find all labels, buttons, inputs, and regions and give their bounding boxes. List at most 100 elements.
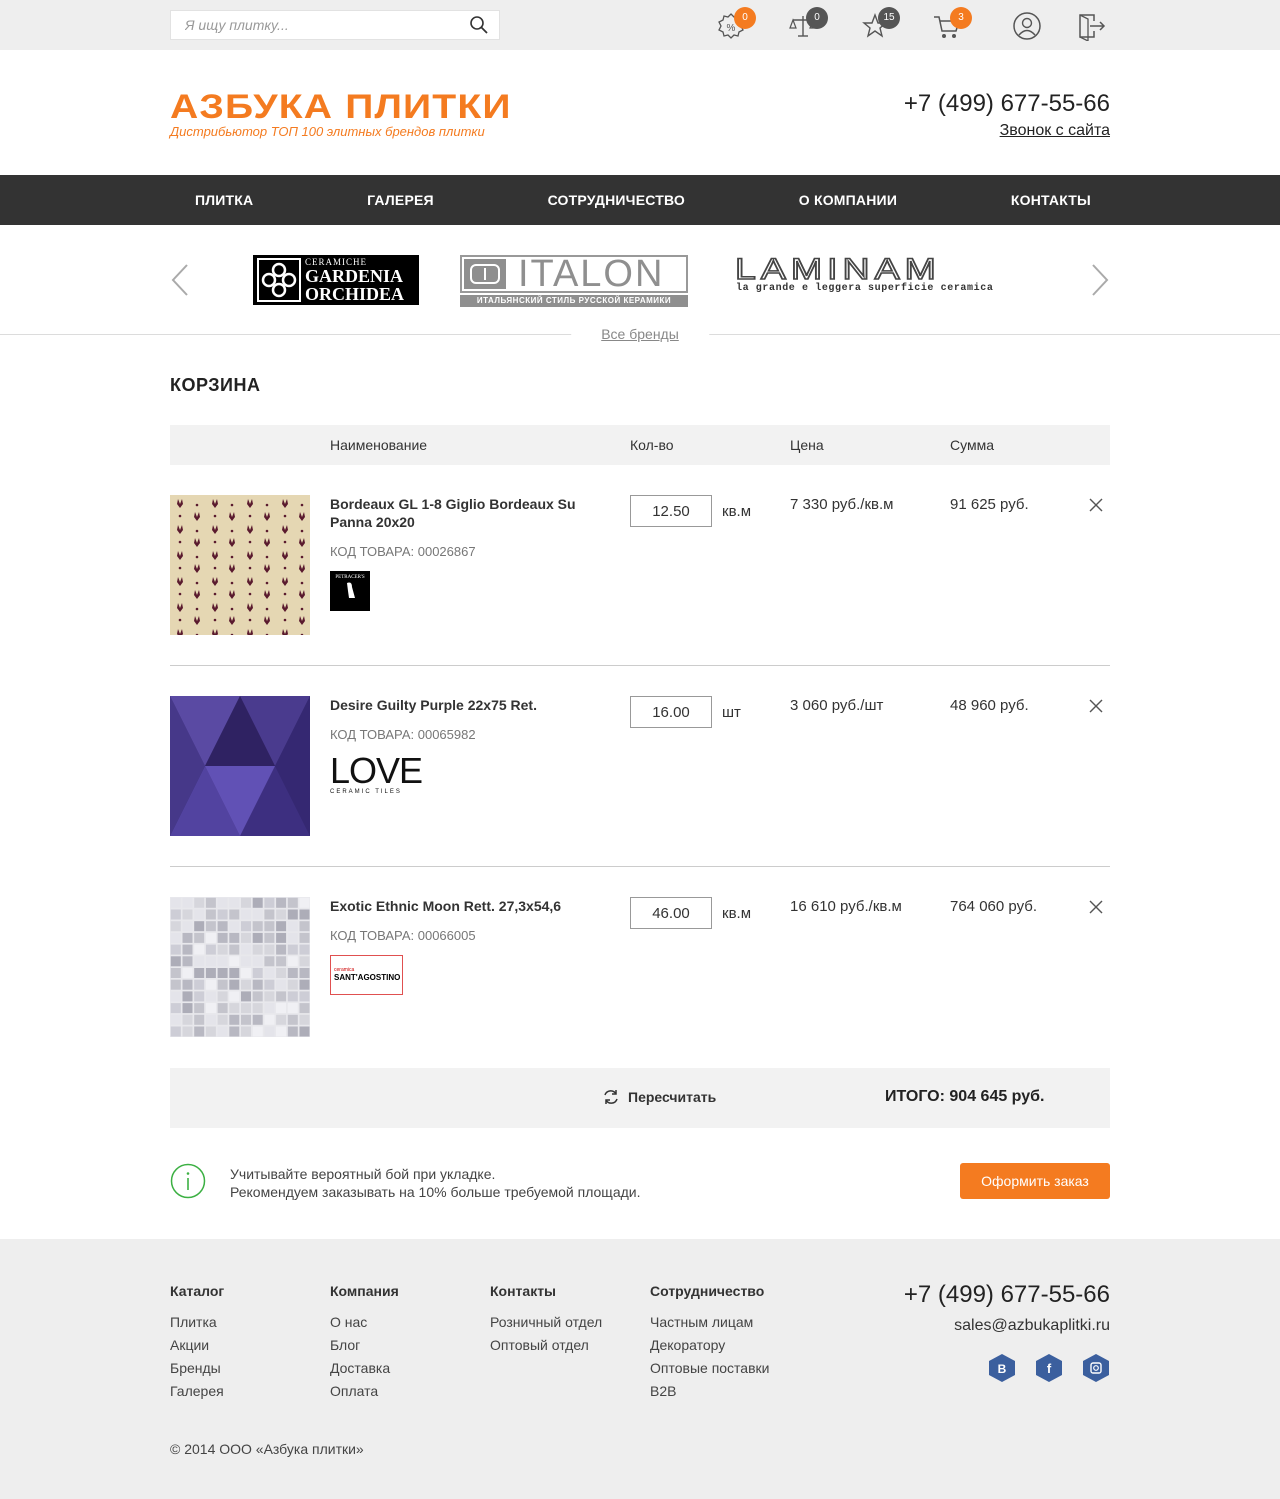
quantity-input[interactable] [630, 495, 712, 527]
mosaic-tile [194, 979, 205, 990]
gardenia-line2: ORCHIDEA [305, 284, 405, 304]
site-logo[interactable]: АЗБУКА ПЛИТКИ [170, 88, 512, 127]
footer-link[interactable]: Блог [330, 1336, 399, 1354]
product-image[interactable] [170, 897, 310, 1037]
mosaic-tile [252, 921, 263, 932]
footer-link[interactable]: Оптовые поставки [650, 1359, 769, 1377]
unit-price: 16 610 руб./кв.м [790, 898, 902, 915]
main-nav: Плитка Галерея Сотрудничество О компании… [0, 175, 1280, 225]
mosaic-tile [252, 1026, 263, 1037]
mosaic-tile [217, 944, 228, 955]
footer-link[interactable]: Оптовый отдел [490, 1336, 602, 1354]
product-name[interactable]: Exotic Ethnic Moon Rett. 27,3x54,6 [330, 897, 600, 915]
footer-link[interactable]: О нас [330, 1313, 399, 1331]
footer-link[interactable]: Частным лицам [650, 1313, 769, 1331]
facebook-icon[interactable]: f [1035, 1353, 1063, 1383]
mosaic-tile [276, 991, 287, 1002]
favorites-star-icon[interactable]: 15 [860, 7, 900, 45]
checkout-button[interactable]: Оформить заказ [960, 1163, 1110, 1199]
nav-item-about[interactable]: О компании [799, 192, 897, 208]
logout-icon[interactable] [1076, 11, 1110, 45]
brand-logo-italon[interactable]: ITALON ИТАЛЬЯНСКИЙ СТИЛЬ РУССКОЙ КЕРАМИК… [460, 253, 688, 307]
sant-agostino-wordmark: SANT'AGOSTINO [334, 973, 401, 982]
mosaic-tile [229, 897, 240, 908]
mosaic-tile [217, 897, 228, 908]
mosaic-tile [241, 1026, 251, 1037]
vk-icon[interactable]: B [988, 1353, 1016, 1383]
nav-item-tiles[interactable]: Плитка [195, 192, 253, 208]
footer-link[interactable]: Оплата [330, 1382, 399, 1400]
search-input[interactable] [171, 11, 451, 39]
cart-total: ИТОГО: 904 645 руб. [885, 1088, 1045, 1105]
nav-item-cooperation[interactable]: Сотрудничество [548, 192, 685, 208]
mosaic-tile [264, 956, 275, 967]
mosaic-tile [276, 921, 287, 932]
footer-column-cooperation: Сотрудничество Частным лицам Декоратору … [650, 1283, 769, 1405]
laminam-tagline: la grande e leggera superficie ceramica [736, 283, 994, 294]
callback-link[interactable]: Звонок с сайта [1000, 122, 1110, 140]
mosaic-tile [299, 921, 310, 932]
mosaic-tile [170, 991, 181, 1002]
footer-link[interactable]: Галерея [170, 1382, 224, 1400]
mosaic-tile [276, 968, 287, 978]
search-icon[interactable] [469, 15, 489, 35]
mosaic-tile [229, 1026, 240, 1037]
mosaic-tile [252, 1014, 263, 1025]
quantity-input[interactable] [630, 696, 712, 728]
remove-item-close-icon[interactable] [1088, 698, 1104, 714]
footer-link[interactable]: Декоратору [650, 1336, 769, 1354]
quantity-input[interactable] [630, 897, 712, 929]
product-image[interactable] [170, 696, 310, 836]
footer-link[interactable]: Акции [170, 1336, 224, 1354]
brand-logo-laminam[interactable]: LAMINAM la grande e leggera superficie c… [734, 252, 1027, 299]
product-name[interactable]: Desire Guilty Purple 22x75 Ret. [330, 696, 600, 714]
mosaic-tile [287, 1003, 298, 1014]
mosaic-tile [182, 968, 193, 978]
compare-icon[interactable]: 0 [788, 7, 828, 45]
mosaic-tile [170, 1026, 181, 1037]
carousel-prev-arrow-icon[interactable] [170, 263, 190, 297]
mosaic-tile [287, 1026, 298, 1037]
mosaic-tile [241, 956, 251, 967]
nav-item-contacts[interactable]: Контакты [1011, 192, 1091, 208]
discount-icon[interactable]: % 0 [716, 7, 756, 45]
nav-item-gallery[interactable]: Галерея [367, 192, 434, 208]
user-icon[interactable] [1012, 11, 1046, 45]
laminam-wordmark: LAMINAM [734, 252, 941, 287]
carousel-next-arrow-icon[interactable] [1090, 263, 1110, 297]
footer-link[interactable]: Плитка [170, 1313, 224, 1331]
recalculate-label: Пересчитать [628, 1089, 717, 1105]
mosaic-tile [264, 968, 275, 978]
footer-link[interactable]: Бренды [170, 1359, 224, 1377]
instagram-icon[interactable] [1082, 1353, 1110, 1383]
remove-item-close-icon[interactable] [1088, 899, 1104, 915]
mosaic-tile [229, 909, 240, 920]
mosaic-tile [217, 968, 228, 978]
header-name: Наименование [330, 437, 428, 453]
footer-column-title: Каталог [170, 1283, 225, 1299]
mosaic-tile [205, 1003, 216, 1014]
brand-logo-gardenia-orchidea[interactable]: CERAMICHE GARDENIA ORCHIDEA [253, 255, 419, 305]
mosaic-tile [182, 1026, 193, 1037]
italon-emblem-icon [470, 264, 500, 284]
product-image[interactable] [170, 495, 310, 635]
product-name[interactable]: Bordeaux GL 1-8 Giglio Bordeaux Su Panna… [330, 495, 600, 531]
recalculate-button[interactable]: Пересчитать [602, 1088, 716, 1106]
mosaic-tile [194, 944, 205, 955]
info-icon [170, 1163, 206, 1199]
mosaic-tile [205, 956, 216, 967]
cart-icon[interactable]: 3 [932, 7, 972, 45]
footer-email-link[interactable]: sales@azbukaplitki.ru [954, 1317, 1110, 1335]
mosaic-tile [205, 921, 216, 932]
footer-link[interactable]: Доставка [330, 1359, 399, 1377]
mosaic-tile [205, 1026, 216, 1037]
remove-item-close-icon[interactable] [1088, 497, 1104, 513]
footer-link[interactable]: Розничный отдел [490, 1313, 602, 1331]
mosaic-tile [264, 1026, 275, 1037]
footer-link[interactable]: B2B [650, 1382, 769, 1400]
mosaic-tile [241, 932, 251, 943]
mosaic-tile [182, 944, 193, 955]
brand-logo-petracers: PETRACER'S [330, 571, 370, 611]
footer-phone: +7 (499) 677-55-66 [903, 1281, 1110, 1308]
mosaic-tile [252, 944, 263, 955]
